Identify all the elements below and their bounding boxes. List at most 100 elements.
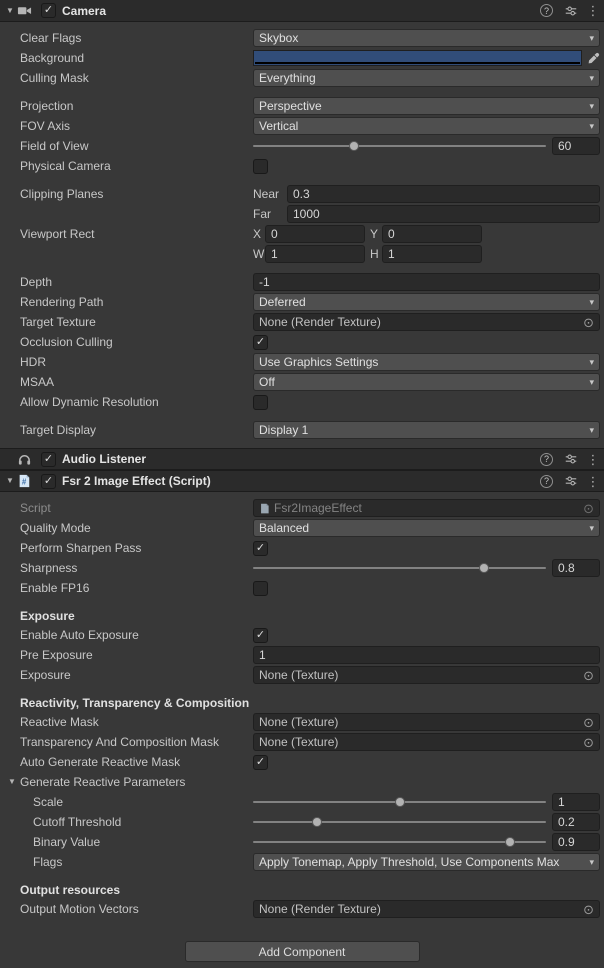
viewport-h-value: 1 <box>388 247 395 261</box>
target-display-dropdown[interactable]: Display 1 ▾ <box>253 421 600 439</box>
output-motion-vectors-object-field[interactable]: None (Render Texture) ⊙ <box>253 900 600 918</box>
sharpness-input[interactable]: 0.8 <box>552 559 600 577</box>
object-picker-icon[interactable]: ⊙ <box>583 502 594 515</box>
field-of-view-input[interactable]: 60 <box>552 137 600 155</box>
presets-icon[interactable] <box>564 4 578 18</box>
script-object-field[interactable]: Fsr2ImageEffect ⊙ <box>253 499 600 517</box>
foldout-open-icon[interactable]: ▼ <box>8 778 20 786</box>
field-of-view-slider[interactable] <box>253 137 546 155</box>
viewport-h-input[interactable]: 1 <box>382 245 482 263</box>
scale-value: 1 <box>558 795 565 809</box>
viewport-x-input[interactable]: 0 <box>265 225 365 243</box>
alpha-bar <box>255 62 580 64</box>
presets-icon[interactable] <box>564 452 578 466</box>
depth-input[interactable]: -1 <box>253 273 600 291</box>
msaa-dropdown[interactable]: Off ▾ <box>253 373 600 391</box>
slider-track[interactable] <box>253 821 546 823</box>
object-picker-icon[interactable]: ⊙ <box>583 903 594 916</box>
slider-handle[interactable] <box>395 797 405 807</box>
output-motion-vectors-label: Output Motion Vectors <box>20 902 253 916</box>
transparency-mask-object-field[interactable]: None (Texture) ⊙ <box>253 733 600 751</box>
perform-sharpen-pass-checkbox[interactable]: ✓ <box>253 541 268 556</box>
scale-input[interactable]: 1 <box>552 793 600 811</box>
reactivity-section-header: Reactivity, Transparency & Composition <box>0 694 604 712</box>
y-label: Y <box>370 227 382 241</box>
sharpness-slider[interactable] <box>253 559 546 577</box>
add-component-button[interactable]: Add Component <box>185 941 420 962</box>
allow-dynamic-resolution-checkbox[interactable] <box>253 395 268 410</box>
rendering-path-dropdown[interactable]: Deferred ▾ <box>253 293 600 311</box>
kebab-menu-icon[interactable]: ⋮ <box>589 453 597 466</box>
background-color-field[interactable] <box>253 50 600 66</box>
viewport-w-input[interactable]: 1 <box>265 245 365 263</box>
chevron-down-icon: ▾ <box>589 858 594 867</box>
camera-enabled-checkbox[interactable]: ✓ <box>41 3 56 18</box>
near-input[interactable]: 0.3 <box>287 185 600 203</box>
foldout-open-icon[interactable]: ▼ <box>4 7 16 15</box>
kebab-menu-icon[interactable]: ⋮ <box>589 4 597 17</box>
depth-value: -1 <box>259 275 270 289</box>
slider-handle[interactable] <box>479 563 489 573</box>
auto-generate-reactive-mask-checkbox[interactable]: ✓ <box>253 755 268 770</box>
slider-track[interactable] <box>253 145 546 147</box>
scale-label: Scale <box>20 795 253 809</box>
foldout-open-icon[interactable]: ▼ <box>4 477 16 485</box>
presets-icon[interactable] <box>564 474 578 488</box>
fov-axis-dropdown[interactable]: Vertical ▾ <box>253 117 600 135</box>
h-label: H <box>370 247 382 261</box>
slider-handle[interactable] <box>505 837 515 847</box>
slider-handle[interactable] <box>312 817 322 827</box>
help-icon[interactable]: ? <box>540 475 553 488</box>
object-picker-icon[interactable]: ⊙ <box>583 716 594 729</box>
clear-flags-dropdown[interactable]: Skybox ▾ <box>253 29 600 47</box>
pre-exposure-input[interactable]: 1 <box>253 646 600 664</box>
quality-mode-dropdown[interactable]: Balanced ▾ <box>253 519 600 537</box>
cutoff-threshold-input[interactable]: 0.2 <box>552 813 600 831</box>
reactive-mask-object-field[interactable]: None (Texture) ⊙ <box>253 713 600 731</box>
cutoff-threshold-slider[interactable] <box>253 813 546 831</box>
slider-track[interactable] <box>253 567 546 569</box>
help-icon[interactable]: ? <box>540 4 553 17</box>
target-texture-object-field[interactable]: None (Render Texture) ⊙ <box>253 313 600 331</box>
physical-camera-checkbox[interactable] <box>253 159 268 174</box>
eyedropper-icon[interactable] <box>582 52 600 65</box>
script-label: Script <box>20 501 253 515</box>
check-icon: ✓ <box>256 757 265 768</box>
chevron-down-icon: ▾ <box>589 74 594 83</box>
viewport-y-input[interactable]: 0 <box>382 225 482 243</box>
object-picker-icon[interactable]: ⊙ <box>583 736 594 749</box>
enable-fp16-checkbox[interactable] <box>253 581 268 596</box>
kebab-menu-icon[interactable]: ⋮ <box>589 475 597 488</box>
help-icon[interactable]: ? <box>540 453 553 466</box>
color-swatch[interactable] <box>253 50 582 66</box>
object-picker-icon[interactable]: ⊙ <box>583 669 594 682</box>
script-file-icon <box>259 503 270 514</box>
w-label: W <box>253 247 265 261</box>
slider-handle[interactable] <box>349 141 359 151</box>
svg-text:#: # <box>22 478 27 487</box>
fsr2-enabled-checkbox[interactable]: ✓ <box>41 474 56 489</box>
viewport-x-value: 0 <box>271 227 278 241</box>
occlusion-culling-checkbox[interactable]: ✓ <box>253 335 268 350</box>
check-icon: ✓ <box>44 476 53 487</box>
target-display-value: Display 1 <box>259 423 585 437</box>
flags-dropdown[interactable]: Apply Tonemap, Apply Threshold, Use Comp… <box>253 853 600 871</box>
culling-mask-dropdown[interactable]: Everything ▾ <box>253 69 600 87</box>
audio-listener-enabled-checkbox[interactable]: ✓ <box>41 452 56 467</box>
allow-dynamic-resolution-label: Allow Dynamic Resolution <box>20 395 253 409</box>
binary-value-input[interactable]: 0.9 <box>552 833 600 851</box>
check-icon: ✓ <box>256 543 265 554</box>
fov-axis-row: FOV Axis Vertical ▾ <box>0 116 604 136</box>
hdr-dropdown[interactable]: Use Graphics Settings ▾ <box>253 353 600 371</box>
enable-auto-exposure-checkbox[interactable]: ✓ <box>253 628 268 643</box>
scale-slider[interactable] <box>253 793 546 811</box>
far-input[interactable]: 1000 <box>287 205 600 223</box>
projection-dropdown[interactable]: Perspective ▾ <box>253 97 600 115</box>
slider-track[interactable] <box>253 841 546 843</box>
exposure-object-field[interactable]: None (Texture) ⊙ <box>253 666 600 684</box>
transparency-mask-label: Transparency And Composition Mask <box>20 735 253 749</box>
generate-reactive-parameters-label[interactable]: Generate Reactive Parameters <box>20 775 253 789</box>
perform-sharpen-pass-row: Perform Sharpen Pass ✓ <box>0 538 604 558</box>
binary-value-slider[interactable] <box>253 833 546 851</box>
object-picker-icon[interactable]: ⊙ <box>583 316 594 329</box>
